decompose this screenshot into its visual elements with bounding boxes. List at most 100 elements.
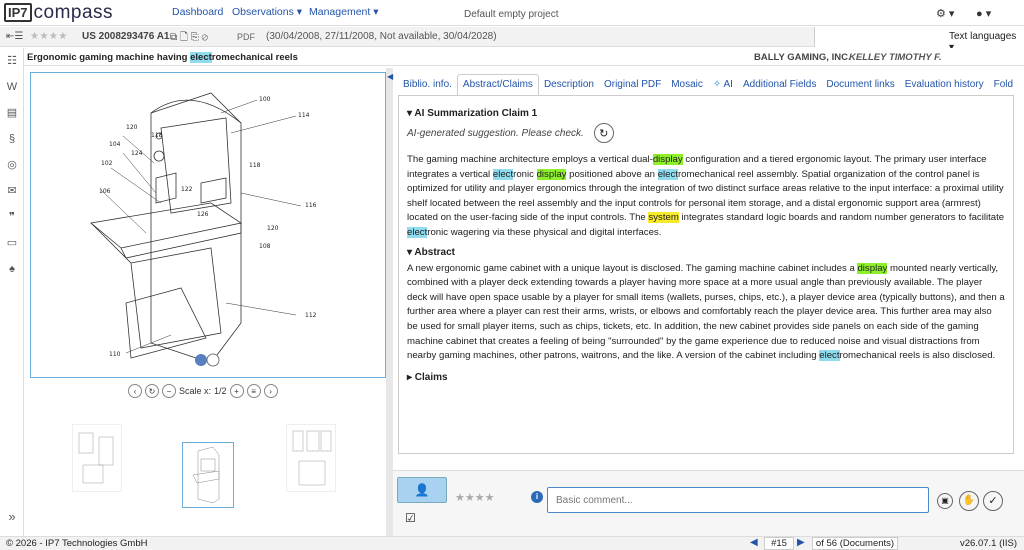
- comment-rating-stars[interactable]: ★★★★: [455, 491, 494, 504]
- claims-heading[interactable]: ▸ Claims: [407, 372, 1005, 383]
- save-comment-icon[interactable]: ▣: [937, 493, 953, 509]
- title-highlight: elect: [190, 52, 212, 63]
- tab-additional-fields[interactable]: Additional Fields: [738, 75, 821, 95]
- drawing-ref-label: 118: [151, 132, 163, 139]
- zoom-in-icon[interactable]: +: [229, 384, 244, 398]
- app-logo[interactable]: IP7 compass: [4, 2, 113, 23]
- title-text-post: romechanical reels: [211, 52, 298, 63]
- drawing-page-dot: [206, 353, 220, 367]
- patent-drawing-viewer[interactable]: 100 114 120 118 104 124 102 122 106 126 …: [30, 72, 386, 378]
- ai-summary-heading[interactable]: ▾ AI Summarization Claim 1: [407, 108, 1005, 119]
- ai-sparkle-icon: ✧: [712, 79, 724, 90]
- page-indicator: 1/2: [214, 386, 227, 396]
- legal-section-icon[interactable]: §: [5, 132, 19, 146]
- quote-icon[interactable]: ❞: [5, 210, 19, 224]
- tab-original-pdf[interactable]: Original PDF: [599, 75, 666, 95]
- title-text-pre: Ergonomic gaming machine having: [27, 52, 191, 63]
- applicant-name: BALLY GAMING, INC.: [754, 52, 851, 63]
- document-position[interactable]: #15: [764, 537, 794, 550]
- fingerprint-icon[interactable]: ◎: [5, 158, 19, 172]
- project-name: Default empty project: [464, 9, 559, 20]
- thumb-down-icon[interactable]: ✋: [959, 491, 979, 511]
- app-version: v26.07.1 (IIS): [960, 538, 1018, 549]
- drawing-ref-label: 120: [267, 225, 279, 232]
- ai-summary-text: The gaming machine architecture employs …: [407, 154, 1005, 238]
- comment-check-icon[interactable]: ☑: [405, 511, 416, 525]
- patent-title: Ergonomic gaming machine having electrom…: [27, 52, 298, 63]
- tab-folders[interactable]: Fold: [989, 75, 1014, 95]
- rating-stars[interactable]: ★★★★: [30, 31, 68, 42]
- word-doc-icon[interactable]: W: [5, 80, 19, 94]
- title-bar: Ergonomic gaming machine having electrom…: [24, 48, 1024, 66]
- user-menu-icon[interactable]: ● ▾: [976, 7, 991, 20]
- abstract-heading[interactable]: ▾ Abstract: [407, 247, 1005, 258]
- drawing-ref-label: 124: [131, 150, 143, 157]
- tree-view-icon[interactable]: ☷: [5, 54, 19, 68]
- nav-management[interactable]: Management ▾: [309, 6, 378, 18]
- drawing-ref-label: 102: [101, 160, 113, 167]
- tab-ai[interactable]: ✧ AI: [708, 75, 738, 95]
- mail-icon[interactable]: ✉: [5, 184, 19, 198]
- person-rating-icon[interactable]: 👤: [397, 477, 447, 503]
- patent-drawing: 100 114 120 118 104 124 102 122 106 126 …: [90, 92, 317, 367]
- pane-splitter[interactable]: ◀: [386, 68, 393, 536]
- id-card-icon[interactable]: ▭: [5, 236, 19, 250]
- left-rail: ☷ W ▤ § ◎ ✉ ❞ ▭ ♠ »: [0, 48, 24, 536]
- inventor-name: KELLEY TIMOTHY F.: [849, 52, 942, 63]
- document-action-icons[interactable]: ⧉ 🗋 ⎘ ⊘: [170, 30, 208, 47]
- next-page-icon[interactable]: ›: [263, 384, 278, 398]
- logo-name: compass: [33, 1, 114, 23]
- info-icon: i: [531, 491, 543, 503]
- drawing-ref-label: 122: [181, 186, 193, 193]
- ai-suggestion-note: AI-generated suggestion. Please check.: [407, 127, 584, 139]
- collapse-sidebar-icon[interactable]: ⇤☰: [6, 31, 23, 42]
- collapse-left-pane-icon[interactable]: ◀: [387, 72, 393, 81]
- nav-observations[interactable]: Observations ▾: [232, 6, 302, 18]
- drawing-thumbnail-2-active[interactable]: [182, 442, 234, 508]
- drawing-ref-label: 114: [298, 112, 310, 119]
- prev-page-icon[interactable]: ‹: [128, 384, 142, 398]
- expand-rail-icon[interactable]: »: [5, 510, 19, 524]
- scale-label: Scale x:: [179, 386, 212, 396]
- text-languages-select[interactable]: Text languages ▾: [814, 27, 1024, 53]
- tab-ai-label: AI: [723, 79, 733, 90]
- mosaic-view-icon[interactable]: ≡: [246, 384, 261, 398]
- refresh-icon[interactable]: ↻: [593, 123, 614, 143]
- drawing-ref-label: 120: [126, 124, 138, 131]
- basic-comment-input[interactable]: [547, 487, 929, 513]
- drawing-ref-label: 108: [259, 243, 271, 250]
- drawing-ref-label: 126: [197, 211, 209, 218]
- top-bar: IP7 compass Dashboard Observations ▾ Man…: [0, 0, 1024, 26]
- patent-dates: (30/04/2008, 27/11/2008, Not available, …: [266, 31, 497, 42]
- tab-description[interactable]: Description: [539, 75, 599, 95]
- document-tabs: Biblio. info. Abstract/Claims Description O…: [398, 74, 1014, 96]
- comment-panel: 👤 ☑ ★★★★ i ▣ ✋ ✓: [393, 470, 1024, 536]
- drawing-ref-label: 110: [109, 351, 121, 358]
- pdf-doc-icon[interactable]: ▤: [5, 106, 19, 120]
- tab-abstract-claims[interactable]: Abstract/Claims: [456, 74, 539, 95]
- settings-gear-icon[interactable]: ⚙ ▾: [936, 7, 954, 20]
- tab-biblio[interactable]: Biblio. info.: [398, 75, 457, 95]
- patent-number: US 2008293476 A1: [82, 31, 170, 42]
- binoculars-icon[interactable]: ♠: [5, 262, 19, 276]
- drawing-thumbnail-3[interactable]: [286, 424, 336, 492]
- pdf-link[interactable]: PDF: [237, 32, 255, 42]
- logo-box: IP7: [4, 3, 32, 22]
- footer: © 2026 - IP7 Technologies GmbH ◀ #15 ▶ o…: [0, 536, 1024, 550]
- drawing-ref-label: 116: [305, 202, 317, 209]
- drawing-ref-label: 112: [305, 312, 317, 319]
- tab-evaluation-history[interactable]: Evaluation history: [900, 75, 989, 95]
- nav-dashboard[interactable]: Dashboard: [172, 6, 223, 18]
- rotate-icon[interactable]: ↻: [145, 384, 159, 398]
- next-document-icon[interactable]: ▶: [797, 537, 805, 548]
- drawing-ref-label: 106: [99, 188, 111, 195]
- copyright: © 2026 - IP7 Technologies GmbH: [6, 538, 148, 549]
- prev-document-icon[interactable]: ◀: [750, 537, 758, 548]
- drawing-thumbnail-1[interactable]: [72, 424, 122, 492]
- tab-document-links[interactable]: Document links: [821, 75, 899, 95]
- approve-check-icon[interactable]: ✓: [983, 491, 1003, 511]
- drawing-ref-label: 100: [259, 96, 271, 103]
- tab-mosaic[interactable]: Mosaic: [666, 75, 708, 95]
- abstract-text: A new ergonomic game cabinet with a uniq…: [407, 262, 1005, 362]
- zoom-out-icon[interactable]: −: [162, 384, 176, 398]
